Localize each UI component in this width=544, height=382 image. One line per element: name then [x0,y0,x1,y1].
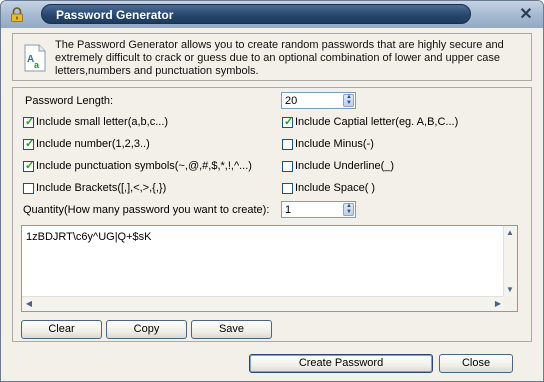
clear-button[interactable]: Clear [21,320,102,339]
underline-label: Include Underline(_) [295,160,395,172]
brackets-checkbox[interactable] [23,183,34,194]
scroll-corner [503,296,517,311]
save-button[interactable]: Save [191,320,272,339]
close-icon[interactable]: ✕ [516,5,536,24]
small-letter-label: Include small letter(a,b,c...) [36,116,169,128]
document-text-icon: A a [24,44,46,72]
scroll-left-icon[interactable]: ◀ [23,298,35,310]
horizontal-scrollbar[interactable]: ◀ ▶ [22,296,505,311]
space-label: Include Space( ) [295,182,376,194]
title-pill: Password Generator [41,4,471,24]
space-checkbox[interactable] [282,183,293,194]
checkmark-icon: ✓ [25,116,35,128]
minus-checkbox[interactable] [282,139,293,150]
quantity-label: Quantity(How many password you want to c… [23,204,270,216]
copy-button[interactable]: Copy [106,320,187,339]
close-button[interactable]: Close [439,354,513,373]
info-panel: A a The Password Generator allows you to… [12,33,532,81]
create-password-button[interactable]: Create Password [249,354,433,373]
capital-letter-label: Include Captial letter(eg. A,B,C...) [295,116,459,128]
number-label: Include number(1,2,3..) [36,138,150,150]
punctuation-checkbox[interactable]: ✓ [23,160,35,172]
vertical-scrollbar[interactable]: ▲ ▼ [503,226,517,297]
quantity-spinner[interactable]: 1 ▲ ▼ [281,201,356,218]
quantity-value: 1 [285,204,292,216]
minus-label: Include Minus(-) [295,138,374,150]
password-output[interactable]: 1zBDJRT\c6y^UG|Q+$sK ▲ ▼ ◀ ▶ [21,225,518,312]
punctuation-label: Include punctuation symbols(~,@,#,$,*,!,… [36,160,252,172]
scroll-down-icon[interactable]: ▼ [504,284,516,296]
password-length-spinner[interactable]: 20 ▲ ▼ [281,92,356,109]
capital-letter-checkbox[interactable]: ✓ [282,116,294,128]
number-checkbox[interactable]: ✓ [23,138,35,150]
password-length-label: Password Length: [25,95,114,107]
underline-checkbox[interactable] [282,161,293,172]
quantity-stepper[interactable]: ▲ ▼ [343,203,354,216]
scroll-up-icon[interactable]: ▲ [504,227,516,239]
brackets-label: Include Brackets([,],<,>,{,}) [36,182,167,194]
checkmark-icon: ✓ [25,138,35,150]
info-description: The Password Generator allows you to cre… [55,39,504,77]
spin-down-icon[interactable]: ▼ [345,209,353,215]
lock-icon [11,7,23,22]
password-generator-window: Password Generator ✕ A a The Password Ge… [0,0,544,382]
generated-password: 1zBDJRT\c6y^UG|Q+$sK [26,231,152,243]
checkmark-icon: ✓ [25,160,35,172]
small-letter-checkbox[interactable]: ✓ [23,116,35,128]
checkmark-icon: ✓ [284,116,294,128]
spin-down-icon[interactable]: ▼ [345,100,353,106]
window-title: Password Generator [56,8,174,22]
password-length-value: 20 [285,95,298,107]
password-length-stepper[interactable]: ▲ ▼ [343,94,354,107]
title-bar[interactable]: Password Generator ✕ [1,1,543,28]
